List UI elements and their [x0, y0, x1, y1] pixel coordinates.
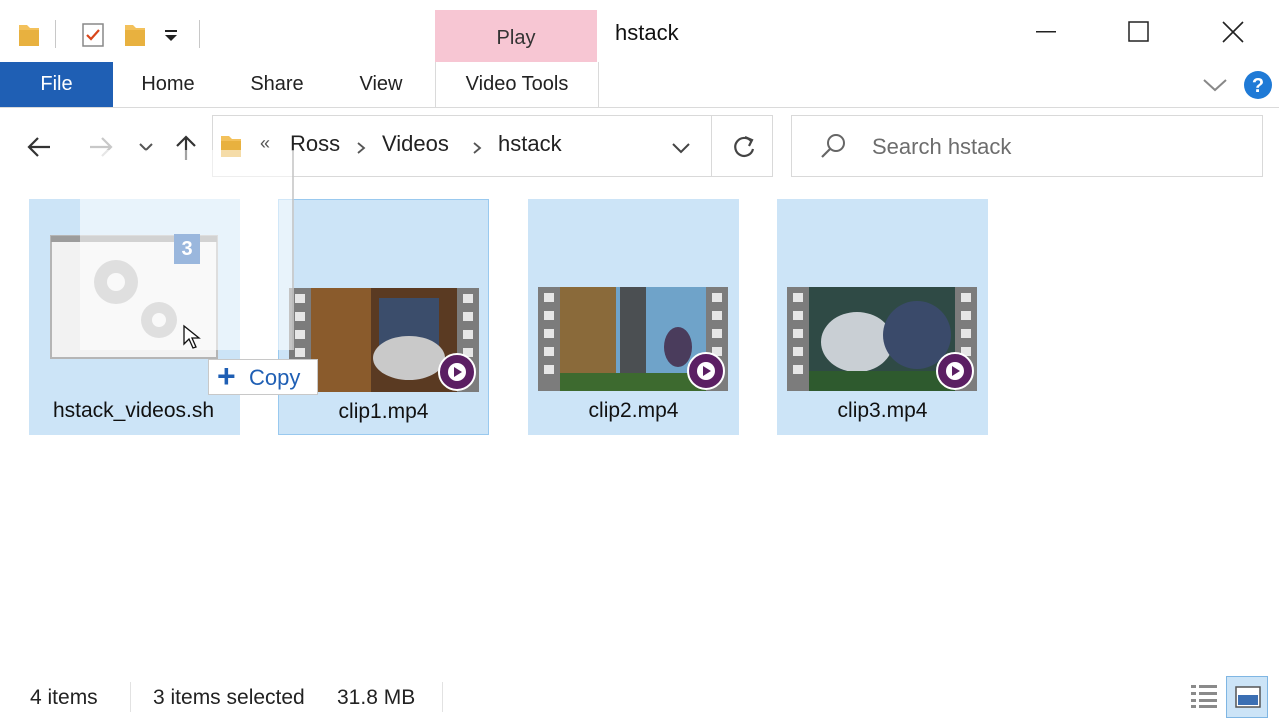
separator	[442, 682, 443, 712]
back-arrow-icon[interactable]	[22, 130, 56, 164]
chevron-right-icon[interactable]	[354, 140, 368, 156]
separator	[55, 20, 56, 48]
tab-share[interactable]: Share	[240, 62, 314, 107]
file-item-clip3-mp4[interactable]: clip3.mp4	[777, 199, 988, 435]
separator	[130, 682, 131, 712]
breadcrumb-videos[interactable]: Videos	[382, 131, 449, 157]
file-name: hstack_videos.sh	[52, 399, 215, 422]
drag-copy-tooltip: + Copy	[208, 358, 318, 395]
drag-copy-label: Copy	[249, 365, 301, 390]
status-item-count: 4 items	[30, 686, 98, 709]
file-name: clip2.mp4	[588, 399, 679, 422]
new-folder-icon[interactable]	[122, 18, 148, 50]
file-name: clip3.mp4	[837, 399, 928, 422]
status-selected-count: 3 items selected	[153, 686, 305, 709]
drag-ghost	[80, 150, 294, 350]
breadcrumb-ross[interactable]: Ross	[290, 131, 340, 157]
tab-home[interactable]: Home	[128, 62, 208, 107]
mouse-cursor-icon	[183, 324, 201, 349]
file-item-clip2-mp4[interactable]: clip2.mp4	[528, 199, 739, 435]
separator	[711, 116, 712, 176]
address-dropdown-icon[interactable]	[669, 138, 693, 158]
window-title: hstack	[615, 20, 679, 45]
help-icon[interactable]: ?	[1242, 69, 1274, 101]
tab-video-tools[interactable]: Video Tools	[435, 62, 599, 107]
maximize-button[interactable]	[1108, 10, 1168, 54]
details-view-icon[interactable]	[1188, 682, 1220, 710]
contextual-tab-label: Play	[496, 27, 536, 49]
chevron-right-icon[interactable]	[470, 140, 484, 156]
search-icon	[821, 134, 845, 158]
breadcrumb-hstack[interactable]: hstack	[498, 131, 562, 157]
status-selected-size: 31.8 MB	[337, 686, 416, 709]
video-thumbnail-icon	[538, 287, 728, 391]
title-bar: Play hstack	[0, 0, 1279, 62]
large-icons-view-icon	[1235, 686, 1261, 708]
search-input-placeholder[interactable]: Search hstack	[872, 134, 1011, 160]
large-icons-view-button[interactable]	[1226, 676, 1268, 718]
video-thumbnail-icon	[787, 287, 977, 391]
tab-view[interactable]: View	[350, 62, 412, 107]
minimize-button[interactable]	[1016, 10, 1076, 54]
svg-text:?: ?	[1252, 75, 1264, 97]
properties-icon[interactable]	[80, 18, 106, 50]
separator	[199, 20, 200, 48]
tab-file[interactable]: File	[0, 62, 113, 107]
plus-icon: +	[217, 358, 236, 394]
search-box[interactable]	[791, 115, 1263, 177]
file-item-clip1-mp4[interactable]: clip1.mp4	[278, 199, 489, 435]
contextual-tab-play[interactable]: Play	[435, 10, 597, 62]
folder-icon	[19, 25, 39, 46]
expand-ribbon-icon[interactable]	[1200, 74, 1230, 96]
chevron-down-icon[interactable]	[160, 18, 182, 50]
close-button[interactable]	[1203, 10, 1263, 54]
refresh-icon[interactable]	[729, 132, 759, 162]
file-name: clip1.mp4	[338, 400, 429, 423]
ribbon-tabs: File Home Share View Video Tools ?	[0, 62, 1279, 108]
